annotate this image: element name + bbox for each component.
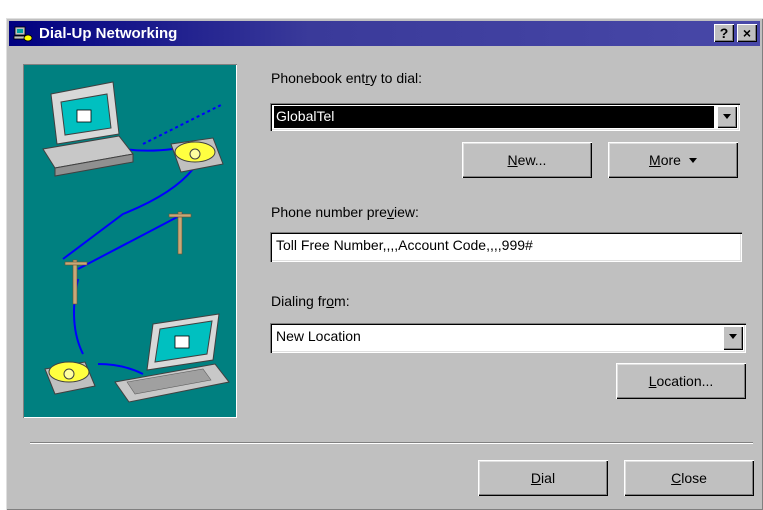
telephone-icon [170,137,224,173]
phone-number-preview-value: Toll Free Number,,,,Account Code,,,,999# [276,237,533,253]
dial-button[interactable]: Dial [478,460,608,496]
window-title: Dial-Up Networking [39,25,178,42]
caret-down-icon [688,157,697,163]
desktop-computer-icon [42,81,134,177]
phone-number-preview-field[interactable]: Toll Free Number,,,,Account Code,,,,999# [270,232,742,262]
dialing-from-select[interactable]: New Location [270,323,746,353]
location-button[interactable]: Location... [616,363,746,399]
dialup-illustration [23,64,237,418]
laptop-icon [114,313,230,403]
phonebook-entry-value: GlobalTel [274,106,714,128]
more-button[interactable]: More [608,142,738,178]
title-bar[interactable]: Dial-Up Networking ? × [9,21,760,46]
phonebook-entry-label: Phonebook entry to dial: [271,70,423,86]
phone-number-preview-label: Phone number preview: [271,204,419,220]
dialing-from-value: New Location [276,328,361,344]
dialup-networking-window: Dial-Up Networking ? × Phonebook entry t… [6,18,763,510]
phonebook-entry-select[interactable]: GlobalTel [270,103,740,131]
close-window-button[interactable]: × [737,24,757,42]
separator [30,442,753,444]
new-button[interactable]: New... [462,142,592,178]
close-button[interactable]: Close [624,460,754,496]
telephone-pole-icon [64,211,192,305]
chevron-down-icon[interactable] [723,326,743,350]
telephone-icon [44,361,96,395]
dialup-networking-icon [13,26,33,41]
chevron-down-icon[interactable] [717,106,737,128]
help-button[interactable]: ? [714,24,734,42]
dialing-from-label: Dialing from: [271,293,350,309]
